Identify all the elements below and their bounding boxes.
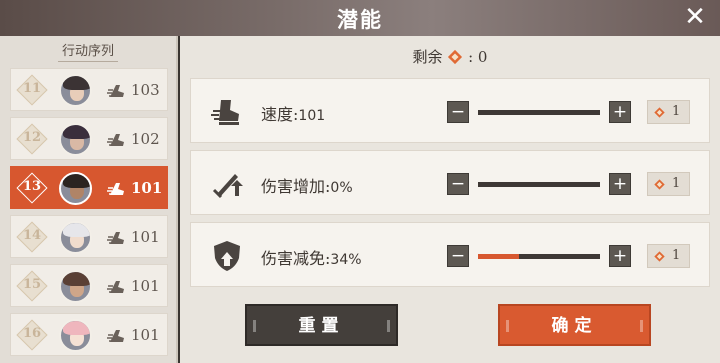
turn-order-number: 15 (22, 277, 42, 292)
remaining-label: 剩余 (412, 48, 443, 66)
potential-gem-icon (654, 107, 665, 118)
cost-badge: 1 (647, 172, 690, 196)
speed-value: 101 (131, 326, 160, 344)
speed-icon (107, 131, 127, 149)
potential-gem-icon (448, 49, 463, 65)
speed-value: 101 (131, 228, 160, 246)
cost-value: 1 (672, 104, 681, 119)
character-avatar (59, 221, 92, 254)
speed-icon (107, 180, 127, 198)
shield-up-icon (209, 238, 245, 274)
cost-value: 1 (672, 248, 681, 263)
turn-order-badge: 15 (16, 270, 48, 302)
title-bar: 潜能 ✕ (0, 0, 720, 36)
increase-button[interactable]: + (609, 101, 631, 123)
stat-row-1: 伤害增加:0% − +1 (190, 150, 710, 215)
character-avatar (59, 270, 92, 303)
stat-label: 速度:101 (261, 105, 326, 124)
remaining-value: : 0 (468, 48, 488, 66)
stat-slider[interactable] (478, 110, 600, 115)
decrease-button[interactable]: − (447, 245, 469, 267)
stat-label: 伤害减免:34% (261, 249, 362, 268)
close-button[interactable]: ✕ (682, 4, 708, 30)
increase-button[interactable]: + (609, 245, 631, 267)
cost-badge: 1 (647, 244, 690, 268)
remaining-points: 剩余 : 0 (180, 46, 720, 67)
speed-icon (107, 82, 127, 100)
character-avatar (59, 123, 92, 156)
speed-value: 101 (131, 277, 160, 295)
speed-value: 103 (131, 81, 160, 99)
character-avatar (59, 74, 92, 107)
sequence-item-16[interactable]: 16 101 (10, 313, 168, 356)
stat-slider[interactable] (478, 182, 600, 187)
speed-icon (107, 229, 127, 247)
turn-order-badge: 13 (16, 172, 48, 204)
page-title: 潜能 (337, 7, 383, 32)
speed-value: 101 (131, 179, 163, 197)
stat-row-0: 速度:101 − +1 (190, 78, 710, 143)
character-avatar (59, 319, 92, 352)
decrease-button[interactable]: − (447, 101, 469, 123)
potential-gem-icon (654, 179, 665, 190)
potential-gem-icon (654, 251, 665, 262)
turn-order-number: 13 (22, 179, 42, 194)
sequence-item-15[interactable]: 15 101 (10, 264, 168, 307)
turn-order-number: 11 (22, 81, 42, 96)
turn-order-number: 14 (22, 228, 42, 243)
reset-button[interactable]: 重置 (245, 304, 398, 346)
sequence-item-14[interactable]: 14 101 (10, 215, 168, 258)
cost-badge: 1 (647, 100, 690, 124)
turn-order-badge: 11 (16, 74, 48, 106)
action-sequence-panel: 行动序列 11 103 12 102 13 101 14 101 15 101 16 101 (0, 36, 178, 363)
sequence-item-13[interactable]: 13 101 (10, 166, 168, 209)
turn-order-badge: 14 (16, 221, 48, 253)
speed-value: 102 (131, 130, 160, 148)
boot-speed-icon (209, 94, 245, 130)
sequence-item-11[interactable]: 11 103 (10, 68, 168, 111)
character-avatar (59, 172, 92, 205)
turn-order-badge: 16 (16, 319, 48, 351)
turn-order-number: 12 (22, 130, 42, 145)
action-sequence-title: 行动序列 (0, 36, 176, 60)
stat-row-2: 伤害减免:34% − +1 (190, 222, 710, 287)
confirm-button[interactable]: 确定 (498, 304, 651, 346)
stat-label: 伤害增加:0% (261, 177, 353, 196)
speed-icon (107, 278, 127, 296)
sword-up-icon (209, 166, 245, 202)
sequence-item-12[interactable]: 12 102 (10, 117, 168, 160)
speed-icon (107, 327, 127, 345)
cost-value: 1 (672, 176, 681, 191)
turn-order-number: 16 (22, 326, 42, 341)
decrease-button[interactable]: − (447, 173, 469, 195)
turn-order-badge: 12 (16, 123, 48, 155)
increase-button[interactable]: + (609, 173, 631, 195)
potential-panel: 剩余 : 0 速度:101 − +1 伤害增加:0% − +1 伤害减免:34% − +1 重置… (180, 36, 720, 363)
stat-slider[interactable] (478, 254, 600, 259)
